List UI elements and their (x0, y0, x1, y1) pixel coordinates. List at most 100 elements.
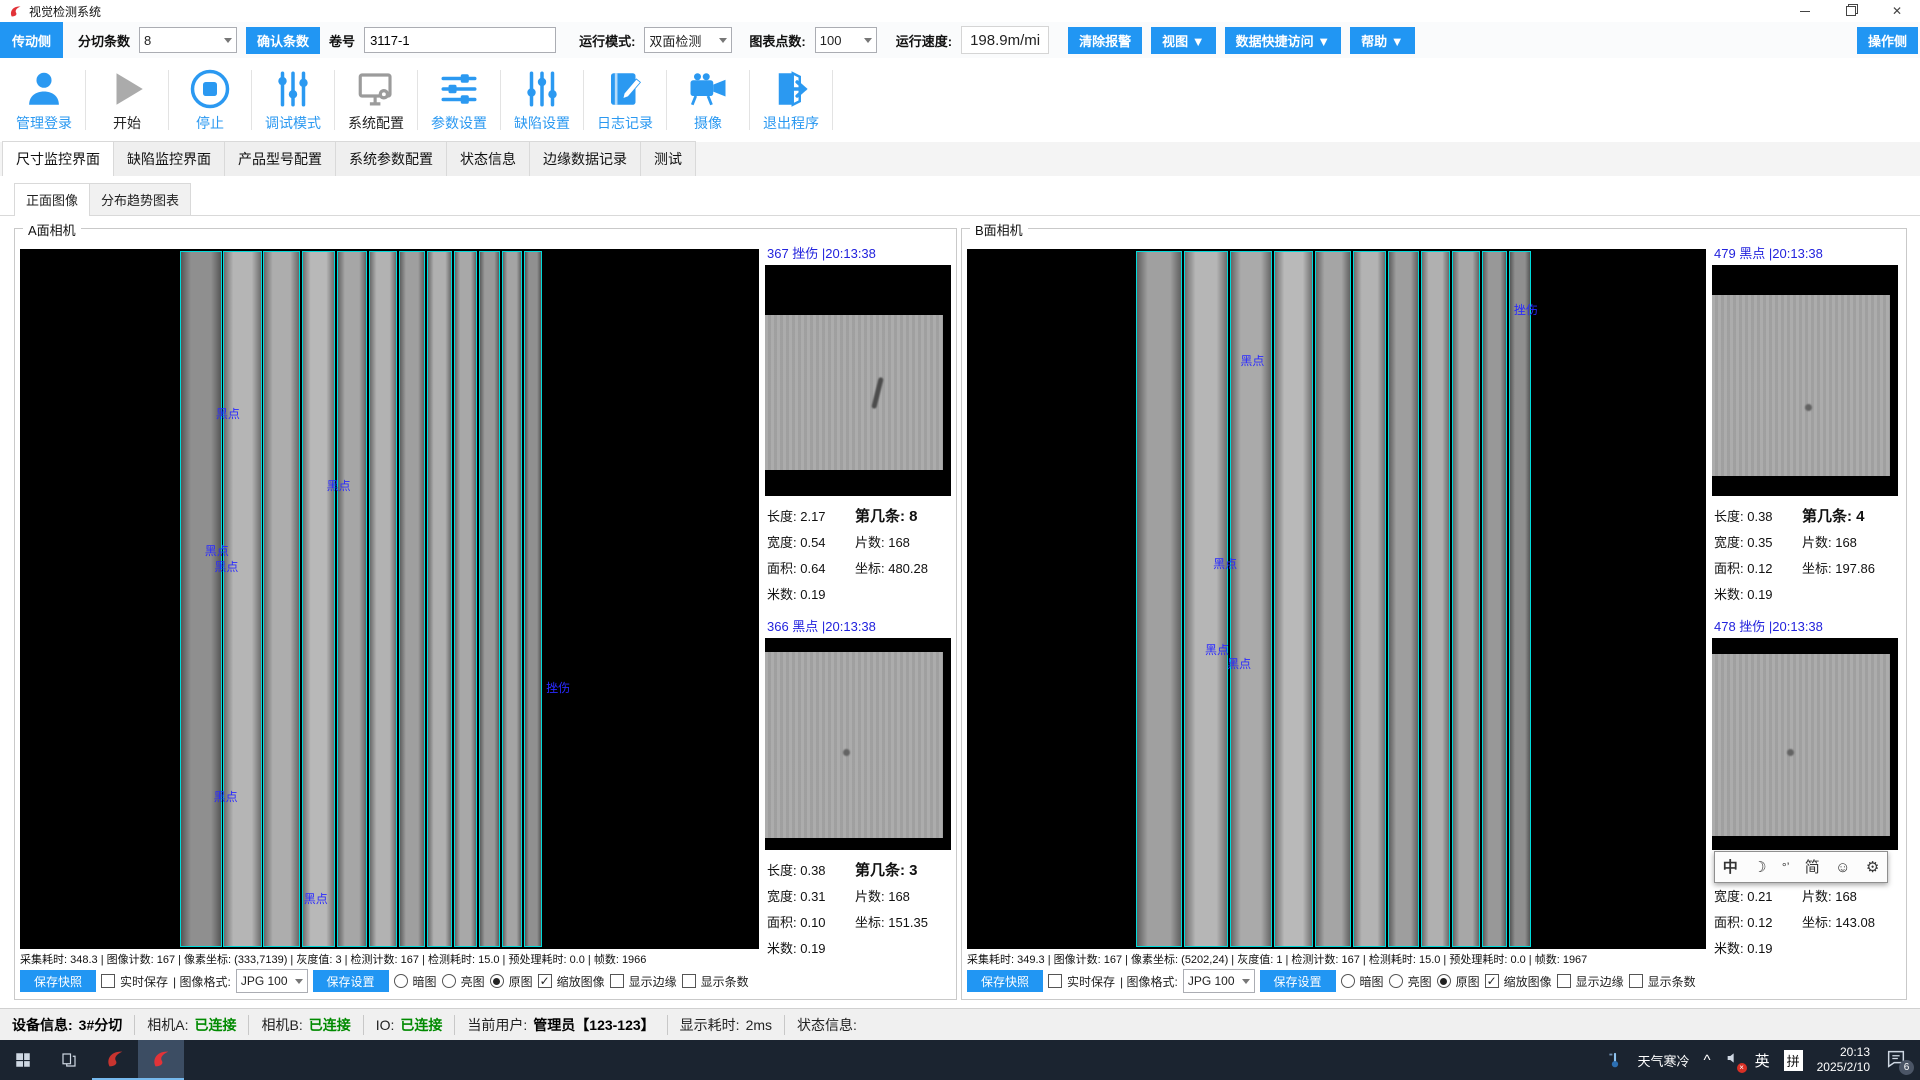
view-menu-button[interactable]: 视图 ▼ (1151, 27, 1215, 54)
restore-button[interactable] (1828, 0, 1874, 22)
slit-strip (302, 251, 335, 947)
volume-muted-icon[interactable]: × (1725, 1050, 1741, 1071)
operate-side-button[interactable]: 操作侧 (1857, 27, 1918, 54)
tab-edge-data-record[interactable]: 边缘数据记录 (529, 141, 641, 176)
confirm-count-button[interactable]: 确认条数 (246, 27, 320, 54)
defect-thumbnail[interactable] (1712, 638, 1898, 850)
start-button[interactable] (0, 1040, 46, 1080)
tab-system-param-config[interactable]: 系统参数配置 (335, 141, 447, 176)
tab-product-model-config[interactable]: 产品型号配置 (224, 141, 336, 176)
ime-emoji-icon[interactable]: ☺ (1835, 860, 1850, 875)
ime-mode-chinese[interactable]: 中 (1723, 860, 1738, 875)
slit-strip (369, 251, 397, 947)
zoom-image-label: 缩放图像 (557, 973, 605, 990)
active-app-icon[interactable] (138, 1040, 184, 1080)
original-image-radio[interactable] (1437, 974, 1451, 988)
stat-strip-no: 第几条: 3 (855, 859, 949, 880)
exit-program-button[interactable]: 退出程序 (751, 58, 831, 142)
clear-alarm-button[interactable]: 清除报警 (1068, 27, 1142, 54)
tab-test[interactable]: 测试 (640, 141, 696, 176)
tab-status-info[interactable]: 状态信息 (446, 141, 530, 176)
status-message-label: 状态信息: (797, 1015, 857, 1035)
divider (832, 70, 833, 130)
show-edges-checkbox[interactable] (1557, 974, 1571, 988)
param-settings-button[interactable]: 参数设置 (419, 58, 499, 142)
image-format-select[interactable]: JPG 100 (1183, 969, 1255, 993)
camera-b-info-line: 采集耗时: 349.3 | 图像计数: 167 | 像素坐标: (5202,24… (967, 951, 1709, 967)
ime-settings-gear-icon[interactable]: ⚙ (1866, 860, 1879, 875)
save-snapshot-button[interactable]: 保存快照 (20, 970, 96, 992)
app-logo-icon (8, 4, 23, 19)
clock[interactable]: 20:13 2025/2/10 (1817, 1045, 1870, 1075)
task-view-button[interactable] (46, 1040, 92, 1080)
bright-image-radio[interactable] (442, 974, 456, 988)
show-edges-checkbox[interactable] (610, 974, 624, 988)
realtime-save-checkbox[interactable] (101, 974, 115, 988)
run-speed-label: 运行速度: (896, 31, 952, 50)
ime-simplified[interactable]: 简 (1805, 860, 1820, 875)
drive-side-button[interactable]: 传动侧 (0, 22, 63, 58)
dark-image-label: 暗图 (413, 973, 437, 990)
show-strips-checkbox[interactable] (682, 974, 696, 988)
icon-label: 开始 (113, 113, 141, 133)
start-button[interactable]: 开始 (87, 58, 167, 142)
log-record-button[interactable]: 日志记录 (585, 58, 665, 142)
close-button[interactable]: ✕ (1874, 0, 1920, 22)
defect-overlay-label: 黑点 (327, 477, 351, 494)
show-strips-checkbox[interactable] (1629, 974, 1643, 988)
camera-button[interactable]: 摄像 (668, 58, 748, 142)
image-format-label: | 图像格式: (173, 973, 231, 990)
minimize-button[interactable] (1782, 0, 1828, 22)
weather-text[interactable]: 天气寒冷 (1638, 1051, 1690, 1070)
slit-strip (502, 251, 522, 947)
defect-settings-button[interactable]: 缺陷设置 (502, 58, 582, 142)
windows-taskbar: 天气寒冷 ^ × 英 拼 20:13 2025/2/10 6 (0, 1040, 1920, 1080)
tab-defect-monitor[interactable]: 缺陷监控界面 (113, 141, 225, 176)
admin-login-button[interactable]: 管理登录 (4, 58, 84, 142)
image-format-select[interactable]: JPG 100 (236, 969, 308, 993)
original-image-radio[interactable] (490, 974, 504, 988)
defect-thumbnail[interactable] (765, 265, 951, 496)
system-config-button[interactable]: 系统配置 (336, 58, 416, 142)
zoom-image-checkbox[interactable]: ✓ (538, 974, 552, 988)
zoom-image-checkbox[interactable]: ✓ (1485, 974, 1499, 988)
save-settings-button[interactable]: 保存设置 (1260, 970, 1336, 992)
ime-punctuation-icon[interactable]: °’ (1782, 861, 1789, 873)
dark-image-radio[interactable] (394, 974, 408, 988)
stat-piece-count: 片数: 168 (1802, 532, 1896, 551)
defect-image (765, 652, 943, 838)
realtime-save-checkbox[interactable] (1048, 974, 1062, 988)
defect-thumbnail[interactable] (765, 638, 951, 850)
tab-size-monitor[interactable]: 尺寸监控界面 (2, 141, 114, 177)
slit-count-select[interactable]: 8 (139, 27, 237, 53)
defect-image (1712, 654, 1890, 836)
subtab-trend-chart[interactable]: 分布趋势图表 (89, 183, 191, 215)
slit-strip (1421, 251, 1450, 947)
pinned-app-icon[interactable] (92, 1040, 138, 1080)
notification-center-button[interactable]: 6 (1884, 1048, 1910, 1072)
stop-button[interactable]: 停止 (170, 58, 250, 142)
help-menu-button[interactable]: 帮助 ▼ (1350, 27, 1414, 54)
run-mode-select[interactable]: 双面检测 (644, 27, 732, 53)
ime-halfwidth-icon[interactable]: ☽ (1753, 860, 1766, 875)
save-snapshot-button[interactable]: 保存快照 (967, 970, 1043, 992)
hidden-icons-chevron[interactable]: ^ (1704, 1052, 1711, 1069)
roll-number-input[interactable] (364, 27, 556, 53)
chart-points-select[interactable]: 100 (815, 27, 877, 53)
defect-thumbnail[interactable] (1712, 265, 1898, 496)
slit-strip (337, 251, 367, 947)
quick-access-menu-button[interactable]: 数据快捷访问 ▼ (1225, 27, 1341, 54)
bright-image-radio[interactable] (1389, 974, 1403, 988)
defect-mark (1787, 749, 1794, 756)
dark-image-radio[interactable] (1341, 974, 1355, 988)
save-settings-button[interactable]: 保存设置 (313, 970, 389, 992)
divider (417, 70, 418, 130)
stat-length: 长度: 0.38 (1714, 506, 1802, 525)
subtab-front-image[interactable]: 正面图像 (14, 183, 90, 216)
stat-meters: 米数: 0.19 (1714, 584, 1802, 603)
divider (749, 70, 750, 130)
debug-mode-button[interactable]: 调试模式 (253, 58, 333, 142)
ime-indicator[interactable]: 拼 (1784, 1050, 1803, 1071)
slit-strip (1353, 251, 1386, 947)
language-indicator[interactable]: 英 (1755, 1050, 1770, 1071)
